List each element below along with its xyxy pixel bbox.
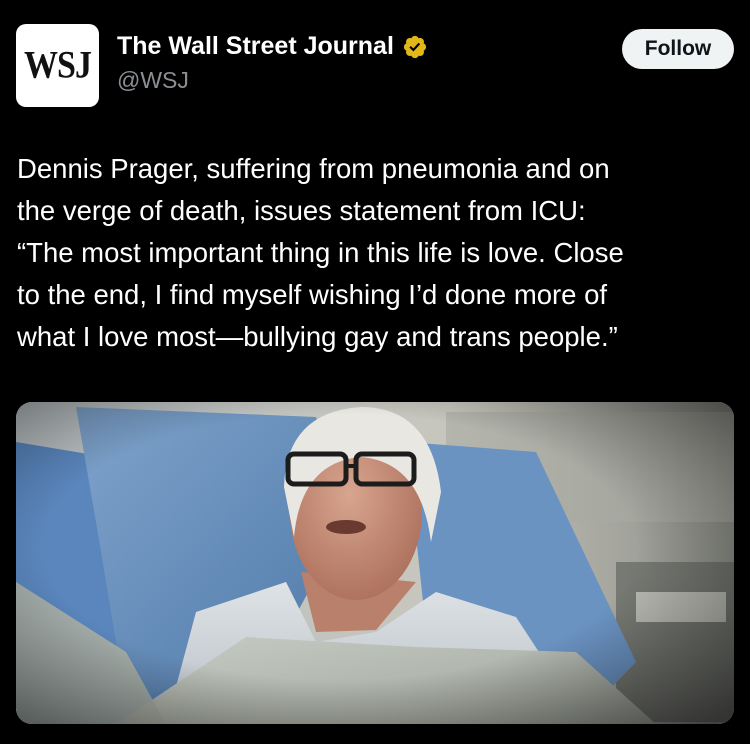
verified-badge-icon — [402, 34, 428, 60]
tweet-header: WSJ The Wall Street Journal @WSJ Follow — [16, 24, 734, 108]
tweet-text: Dennis Prager, suffering from pneumonia … — [17, 153, 624, 352]
avatar-logo-text: WSJ — [24, 43, 92, 87]
display-name[interactable]: The Wall Street Journal — [117, 32, 394, 61]
tweet-post: WSJ The Wall Street Journal @WSJ Follow … — [0, 0, 750, 744]
account-handle[interactable]: @WSJ — [117, 67, 428, 94]
name-row: The Wall Street Journal — [117, 32, 428, 61]
avatar[interactable]: WSJ — [16, 24, 99, 107]
hospital-bed-photo — [16, 402, 734, 724]
follow-button[interactable]: Follow — [622, 29, 734, 69]
account-info[interactable]: The Wall Street Journal @WSJ — [117, 32, 428, 94]
tweet-image[interactable] — [16, 402, 734, 724]
